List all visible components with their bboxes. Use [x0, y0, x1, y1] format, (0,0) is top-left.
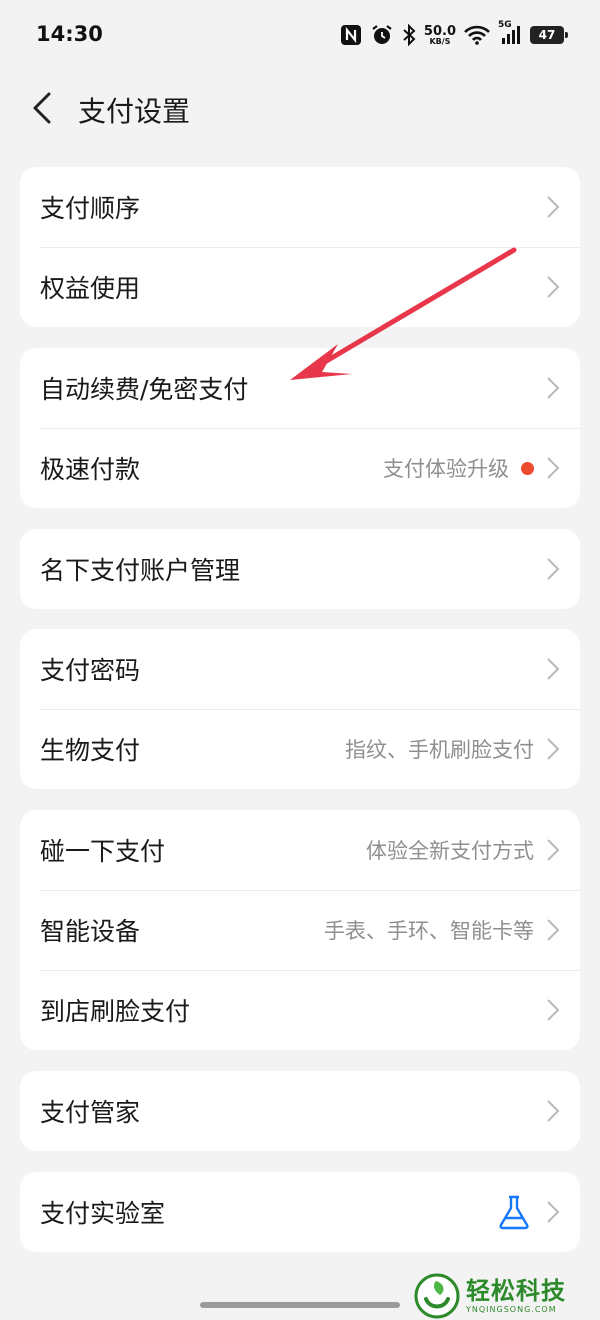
- row-payment-lab[interactable]: 支付实验室: [20, 1172, 580, 1252]
- chevron-right-icon: [546, 1099, 560, 1123]
- chevron-left-icon: [33, 92, 51, 124]
- settings-group-6: 支付管家: [20, 1071, 580, 1151]
- network-speed-value: 50.0: [423, 23, 456, 39]
- settings-group-2: 自动续费/免密支付 极速付款 支付体验升级: [20, 348, 580, 508]
- row-label: 名下支付账户管理: [40, 556, 241, 585]
- signal-icon: 5G: [498, 20, 522, 46]
- chevron-right-icon: [546, 456, 560, 480]
- chevron-right-icon: [546, 838, 560, 862]
- settings-group-4: 支付密码 生物支付 指纹、手机刷脸支付: [20, 629, 580, 789]
- row-face-pay-in-store[interactable]: 到店刷脸支付: [20, 970, 580, 1050]
- settings-group-7: 支付实验室: [20, 1172, 580, 1252]
- battery-icon: 47: [530, 26, 568, 44]
- chevron-right-icon: [546, 657, 560, 681]
- status-icons: 50.0 KB/S 5G 47: [340, 20, 568, 50]
- row-label: 支付密码: [40, 656, 141, 685]
- settings-group-3: 名下支付账户管理: [20, 529, 580, 609]
- row-payment-password[interactable]: 支付密码: [20, 629, 580, 709]
- back-button[interactable]: [22, 86, 62, 130]
- row-label: 自动续费/免密支付: [40, 375, 249, 404]
- alarm-icon: [370, 23, 394, 47]
- header: 支付设置: [0, 78, 600, 138]
- row-label: 碰一下支付: [40, 837, 166, 866]
- watermark-subtext: YNQINGSONG.COM: [466, 1304, 557, 1314]
- chevron-right-icon: [546, 195, 560, 219]
- row-benefit-usage[interactable]: 权益使用: [20, 247, 580, 327]
- watermark-logo: 轻松科技 YNQINGSONG.COM: [414, 1272, 600, 1320]
- row-account-management[interactable]: 名下支付账户管理: [20, 529, 580, 609]
- row-smart-devices[interactable]: 智能设备 手表、手环、智能卡等: [20, 890, 580, 970]
- wifi-icon: [464, 25, 490, 45]
- network-speed-unit: KB/S: [429, 36, 451, 46]
- chevron-right-icon: [546, 557, 560, 581]
- network-speed: 50.0 KB/S: [424, 25, 456, 46]
- chevron-right-icon: [546, 1200, 560, 1224]
- row-label: 支付实验室: [40, 1199, 166, 1228]
- chevron-right-icon: [546, 918, 560, 942]
- status-bar: 14:30 50.0 KB/S 5G 47: [0, 0, 600, 70]
- chevron-right-icon: [546, 737, 560, 761]
- row-label: 到店刷脸支付: [40, 997, 191, 1026]
- row-hint: 体验全新支付方式: [366, 839, 534, 863]
- watermark-text: 轻松科技: [466, 1276, 566, 1305]
- row-quick-pay[interactable]: 极速付款 支付体验升级: [20, 428, 580, 508]
- home-indicator[interactable]: [200, 1302, 400, 1308]
- row-label: 极速付款: [40, 455, 141, 484]
- row-hint: 支付体验升级: [383, 457, 509, 481]
- leaf-logo-icon: [414, 1273, 460, 1319]
- battery-level: 47: [538, 28, 556, 42]
- row-tap-to-pay[interactable]: 碰一下支付 体验全新支付方式: [20, 810, 580, 890]
- settings-group-1: 支付顺序 权益使用: [20, 167, 580, 327]
- network-type: 5G: [498, 20, 512, 30]
- chevron-right-icon: [546, 376, 560, 400]
- red-dot-badge: [521, 461, 534, 475]
- row-payment-order[interactable]: 支付顺序: [20, 167, 580, 247]
- row-biometric-pay[interactable]: 生物支付 指纹、手机刷脸支付: [20, 709, 580, 789]
- row-label: 权益使用: [40, 274, 141, 303]
- row-hint: 指纹、手机刷脸支付: [345, 738, 534, 762]
- status-time: 14:30: [36, 22, 103, 46]
- flask-icon: [496, 1194, 532, 1230]
- row-label: 支付管家: [40, 1098, 141, 1127]
- settings-group-5: 碰一下支付 体验全新支付方式 智能设备 手表、手环、智能卡等 到店刷脸支付: [20, 810, 580, 1050]
- chevron-right-icon: [546, 998, 560, 1022]
- row-payment-butler[interactable]: 支付管家: [20, 1071, 580, 1151]
- row-hint: 手表、手环、智能卡等: [324, 919, 534, 943]
- bluetooth-icon: [402, 24, 416, 46]
- row-label: 支付顺序: [40, 194, 141, 223]
- nfc-icon: [340, 24, 362, 46]
- row-label: 生物支付: [40, 736, 141, 765]
- row-auto-renew[interactable]: 自动续费/免密支付: [20, 348, 580, 428]
- chevron-right-icon: [546, 275, 560, 299]
- page-title: 支付设置: [78, 95, 191, 128]
- row-label: 智能设备: [40, 917, 141, 946]
